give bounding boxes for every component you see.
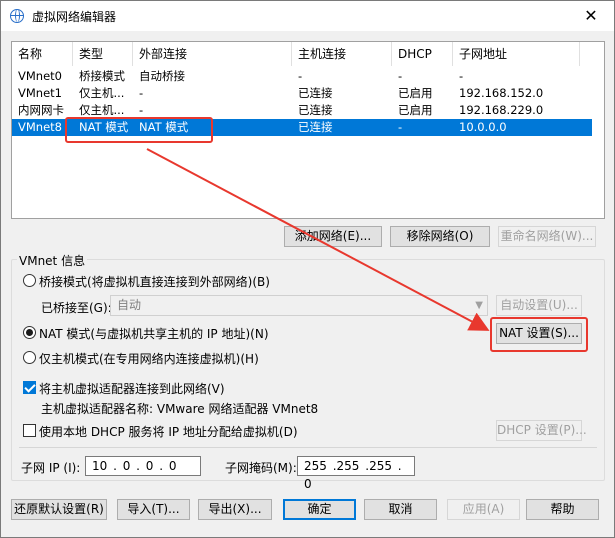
- export-button[interactable]: 导出(X)...: [198, 499, 272, 520]
- cell-external: 自动桥接: [139, 69, 185, 83]
- auto-settings-button[interactable]: 自动设置(U)...: [496, 295, 582, 316]
- divider: [19, 447, 597, 448]
- subnet-ip-input[interactable]: 10 . 0 . 0 . 0: [85, 456, 201, 476]
- cell-host: -: [298, 69, 303, 83]
- bridged-to-value: 自动: [117, 298, 142, 312]
- cell-name: VMnet1: [18, 86, 62, 100]
- cell-name: VMnet8: [18, 120, 62, 134]
- cell-host: 已连接: [298, 103, 333, 117]
- apply-button[interactable]: 应用(A): [447, 499, 520, 520]
- table-row[interactable]: VMnet0 桥接模式 自动桥接 - - -: [12, 68, 592, 85]
- column-header-type[interactable]: 类型: [73, 42, 133, 66]
- subnet-ip-label: 子网 IP (I):: [21, 461, 81, 475]
- use-dhcp-checkbox[interactable]: [23, 424, 36, 437]
- add-network-button[interactable]: 添加网络(E)...: [284, 226, 382, 247]
- cell-external: -: [139, 86, 144, 100]
- bridged-to-label: 已桥接至(G):: [41, 301, 112, 315]
- host-only-radio[interactable]: [23, 351, 36, 364]
- title-bar: 虚拟网络编辑器 ✕: [1, 1, 614, 31]
- dhcp-settings-button[interactable]: DHCP 设置(P)...: [496, 420, 587, 441]
- cell-dhcp: -: [398, 120, 403, 134]
- rename-network-button[interactable]: 重命名网络(W)...: [498, 226, 596, 247]
- annotation-highlight-nat-settings: [490, 317, 588, 352]
- use-dhcp-label: 使用本地 DHCP 服务将 IP 地址分配给虚拟机(D): [39, 425, 298, 439]
- connect-adapter-label: 将主机虚拟适配器连接到此网络(V): [39, 382, 225, 396]
- cell-name: VMnet0: [18, 69, 62, 83]
- remove-network-button[interactable]: 移除网络(O): [390, 226, 490, 247]
- cell-subnet: 192.168.152.0: [459, 86, 544, 100]
- globe-icon: [10, 9, 24, 23]
- cell-subnet: -: [459, 69, 464, 83]
- column-header-host[interactable]: 主机连接: [292, 42, 392, 66]
- list-header: 名称 类型 外部连接 主机连接 DHCP 子网地址: [12, 42, 604, 66]
- nat-mode-label: NAT 模式(与虚拟机共享主机的 IP 地址)(N): [39, 327, 269, 341]
- connect-adapter-checkbox[interactable]: [23, 381, 36, 394]
- bridge-mode-label: 桥接模式(将虚拟机直接连接到外部网络)(B): [39, 275, 270, 289]
- window-title: 虚拟网络编辑器: [32, 10, 117, 24]
- cell-name: 内网网卡: [18, 103, 64, 117]
- subnet-mask-input[interactable]: 255 .255 .255 . 0: [297, 456, 415, 491]
- cell-type: 仅主机...: [79, 86, 125, 100]
- cancel-button[interactable]: 取消: [364, 499, 437, 520]
- cell-subnet: 192.168.229.0: [459, 103, 544, 117]
- vmnet-info-label: VMnet 信息: [17, 252, 88, 269]
- cell-dhcp: 已启用: [398, 103, 433, 117]
- help-button[interactable]: 帮助: [526, 499, 599, 520]
- import-button[interactable]: 导入(T)...: [117, 499, 190, 520]
- chevron-down-icon: ▼: [475, 300, 483, 311]
- host-only-label: 仅主机模式(在专用网络内连接虚拟机)(H): [39, 352, 259, 366]
- nat-mode-radio[interactable]: [23, 326, 36, 339]
- cell-dhcp: 已启用: [398, 86, 433, 100]
- table-row[interactable]: VMnet1 仅主机... - 已连接 已启用 192.168.152.0: [12, 85, 592, 102]
- bridge-mode-radio[interactable]: [23, 274, 36, 287]
- restore-defaults-button[interactable]: 还原默认设置(R): [11, 499, 107, 520]
- virtual-network-editor-window: 虚拟网络编辑器 ✕ 名称 类型 外部连接 主机连接 DHCP 子网地址 VMne…: [0, 0, 615, 538]
- column-header-external[interactable]: 外部连接: [133, 42, 292, 66]
- cell-host: 已连接: [298, 86, 333, 100]
- ok-button[interactable]: 确定: [283, 499, 356, 520]
- bridged-to-select[interactable]: 自动 ▼: [110, 295, 488, 316]
- cell-dhcp: -: [398, 69, 403, 83]
- cell-type: 桥接模式: [79, 69, 125, 83]
- column-header-dhcp[interactable]: DHCP: [392, 42, 453, 66]
- annotation-highlight-nat-row: [65, 117, 213, 143]
- adapter-name-text: 主机虚拟适配器名称: VMware 网络适配器 VMnet8: [41, 402, 319, 416]
- close-icon[interactable]: ✕: [578, 4, 604, 28]
- column-header-name[interactable]: 名称: [12, 42, 73, 66]
- subnet-mask-label: 子网掩码(M):: [225, 461, 297, 475]
- cell-subnet: 10.0.0.0: [459, 120, 507, 134]
- cell-host: 已连接: [298, 120, 333, 134]
- column-header-subnet[interactable]: 子网地址: [453, 42, 580, 66]
